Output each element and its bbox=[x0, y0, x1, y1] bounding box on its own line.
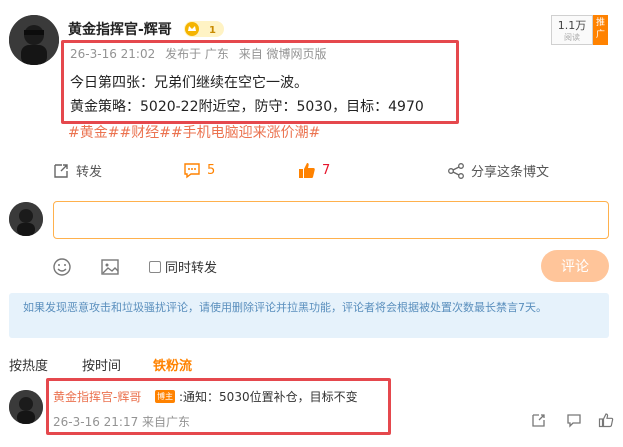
share-button[interactable]: 分享这条博文 bbox=[447, 161, 549, 180]
comment-author-avatar[interactable] bbox=[9, 390, 43, 424]
comment-icon bbox=[184, 163, 200, 179]
tab-sort-hot[interactable]: 按热度 bbox=[9, 355, 48, 374]
like-count: 7 bbox=[322, 162, 331, 178]
post-date[interactable]: 26-3-16 21:02 bbox=[70, 47, 155, 61]
read-label: 阅读 bbox=[564, 33, 580, 42]
image-icon[interactable] bbox=[100, 257, 120, 277]
read-count: 1.1万 bbox=[557, 19, 587, 32]
hashtag-list: #黄金##财经##手机电脑迎来涨价潮# bbox=[68, 122, 320, 142]
comment-repost-icon[interactable] bbox=[531, 412, 547, 428]
thumbs-up-icon bbox=[299, 163, 315, 178]
comment-author-name[interactable]: 黄金指挥官-辉哥 bbox=[53, 388, 141, 405]
author-badge: 博主 bbox=[155, 390, 175, 403]
post-location: 发布于 广东 bbox=[165, 47, 229, 61]
tab-sort-fans[interactable]: 铁粉流 bbox=[153, 355, 192, 374]
comment-button[interactable]: 5 bbox=[183, 161, 215, 179]
share-icon bbox=[448, 162, 464, 179]
repost-too-label: 同时转发 bbox=[165, 261, 218, 276]
comment-text: :通知：5030位置补仓，目标不变 bbox=[179, 390, 358, 404]
post-source: 来自 微博网页版 bbox=[238, 47, 327, 61]
comment-input[interactable] bbox=[53, 201, 609, 239]
hashtag-finance[interactable]: #财经# bbox=[119, 125, 170, 141]
repost-too-checkbox[interactable]: 同时转发 bbox=[149, 257, 217, 276]
hashtag-price-rise[interactable]: #手机电脑迎来涨价潮# bbox=[171, 125, 320, 141]
author-avatar[interactable] bbox=[9, 15, 59, 65]
repost-button[interactable]: 转发 bbox=[52, 161, 102, 180]
moderation-notice: 如果发现恶意攻击和垃圾骚扰评论，请使用删除评论并拉黑功能，评论者将会根据被处置次… bbox=[9, 293, 609, 338]
post-text-line-1: 今日第四张：兄弟们继续在空它一波。 bbox=[70, 75, 308, 91]
promote-tag[interactable]: 推广 bbox=[593, 15, 608, 45]
comment-meta: 26-3-16 21:17 来自广东 bbox=[53, 415, 191, 429]
post-meta: 26-3-16 21:02 发布于 广东 来自 微博网页版 bbox=[70, 45, 333, 62]
comment-like-icon[interactable] bbox=[598, 412, 614, 428]
repost-icon bbox=[54, 163, 68, 178]
read-count-box: 1.1万 阅读 bbox=[551, 15, 593, 45]
vip-badge[interactable]: 1 bbox=[184, 21, 224, 37]
emoji-icon[interactable] bbox=[52, 257, 72, 277]
post-text-line-2: 黄金策略：5020-22附近空，防守：5030，目标：4970 bbox=[70, 99, 424, 115]
repost-label: 转发 bbox=[76, 165, 103, 180]
author-name[interactable]: 黄金指挥官-辉哥 bbox=[68, 19, 172, 39]
comment-count: 5 bbox=[207, 162, 216, 178]
current-user-avatar[interactable] bbox=[9, 202, 43, 236]
share-label: 分享这条博文 bbox=[471, 165, 550, 180]
comment-reply-icon[interactable] bbox=[566, 412, 582, 428]
like-button[interactable]: 7 bbox=[298, 161, 330, 179]
submit-comment-button[interactable]: 评论 bbox=[541, 250, 609, 282]
hashtag-gold[interactable]: #黄金# bbox=[68, 125, 119, 141]
vip-level: 1 bbox=[209, 25, 216, 36]
tab-sort-time[interactable]: 按时间 bbox=[82, 355, 121, 374]
checkbox-box[interactable] bbox=[149, 260, 161, 273]
